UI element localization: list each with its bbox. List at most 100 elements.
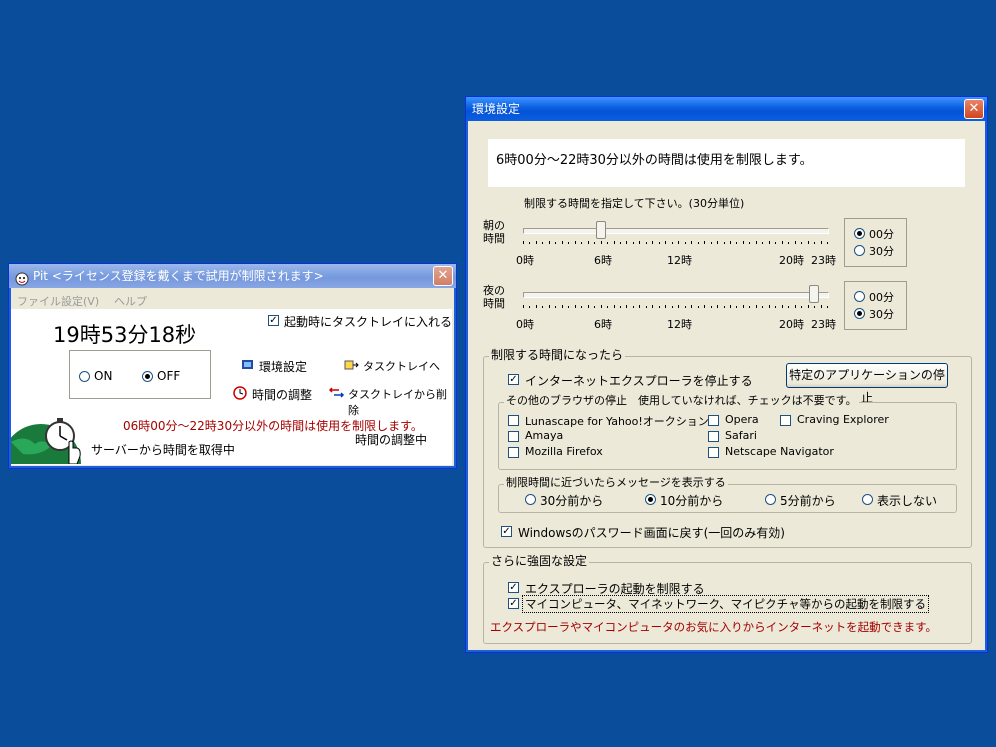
night-30-radio[interactable] — [854, 308, 865, 319]
slider-tick — [678, 241, 679, 244]
slider-tick — [691, 241, 692, 244]
msg-10min-radio[interactable] — [645, 494, 656, 505]
morning-label: 朝の 時間 — [483, 219, 505, 245]
morning-slider-thumb[interactable] — [595, 221, 606, 239]
slider-tick — [626, 305, 627, 308]
slider-tick — [724, 306, 725, 308]
morning-00-radio[interactable] — [854, 228, 865, 239]
slider-tick — [536, 305, 537, 308]
morning-30-label: 30分 — [869, 245, 894, 258]
restrict-mycomputer-checkbox[interactable]: ✓ — [508, 598, 519, 609]
msg-30min-label: 30分前から — [540, 494, 604, 508]
morning-30-radio[interactable] — [854, 245, 865, 256]
slider-tick — [562, 305, 563, 308]
main-close-button[interactable]: ✕ — [433, 266, 453, 286]
night-slider-track — [523, 292, 829, 298]
windows-password-checkbox[interactable]: ✓ — [501, 526, 512, 537]
safari-checkbox[interactable] — [708, 431, 719, 442]
server-status: サーバーから時間を取得中 — [91, 443, 235, 457]
slider-tick — [678, 305, 679, 308]
settings-close-button[interactable]: ✕ — [964, 99, 984, 119]
slider-tick — [685, 306, 686, 308]
amaya-label: Amaya — [525, 429, 564, 442]
morning-slider-track — [523, 228, 829, 234]
restrict-explorer-checkbox[interactable]: ✓ — [508, 582, 519, 593]
stop-ie-checkbox[interactable]: ✓ — [508, 374, 519, 385]
on-label: ON — [94, 369, 113, 383]
netscape-label: Netscape Navigator — [725, 445, 834, 458]
craving-explorer-checkbox[interactable] — [780, 415, 791, 426]
firefox-label: Mozilla Firefox — [525, 445, 603, 458]
slider-tick — [801, 306, 802, 308]
slider-tick — [730, 241, 731, 244]
slider-tick — [756, 305, 757, 308]
slider-tick — [827, 242, 828, 244]
slider-tick — [698, 242, 699, 244]
slider-tick — [736, 242, 737, 244]
night-00-label: 00分 — [869, 291, 894, 304]
amaya-checkbox[interactable] — [508, 431, 519, 442]
slider-tick — [568, 306, 569, 308]
msg-30min-radio[interactable] — [525, 494, 536, 505]
remove-tray-button[interactable]: タスクトレイから削除 — [348, 386, 452, 418]
summary-box: 6時00分～22時30分以外の時間は使用を制限します。 — [488, 139, 965, 187]
firefox-checkbox[interactable] — [508, 447, 519, 458]
main-window-title: Pit <ライセンス登録を戴くまで試用が制限されます> — [33, 269, 324, 283]
slider-tick — [601, 305, 602, 308]
opera-checkbox[interactable] — [708, 415, 719, 426]
on-radio[interactable] — [79, 371, 90, 382]
slider-tick — [808, 305, 809, 308]
lunascape-checkbox[interactable] — [508, 415, 519, 426]
slider-tick — [788, 306, 789, 308]
when-limited-title: 制限する時間になったら — [489, 348, 626, 362]
restrict-mycomputer-label: マイコンピュータ、マイネットワーク、マイピクチャ等からの起動を制限する — [521, 595, 930, 613]
slider-tick — [529, 306, 530, 308]
slider-tick — [588, 241, 589, 244]
slider-tick — [581, 306, 582, 308]
windows-password-label: Windowsのパスワード画面に戻す(一回のみ有効) — [518, 526, 785, 540]
night-00-radio[interactable] — [854, 291, 865, 302]
main-titlebar[interactable]: Pit <ライセンス登録を戴くまで試用が制限されます> — [9, 264, 456, 288]
slider-tick — [749, 242, 750, 244]
slider-tick — [788, 242, 789, 244]
menu-settings[interactable]: 設定(V) — [61, 293, 99, 309]
message-title: 制限時間に近づいたらメッセージを表示する — [504, 476, 728, 490]
off-radio[interactable] — [142, 371, 153, 382]
slider-tick — [724, 242, 725, 244]
settings-titlebar[interactable]: 環境設定 — [466, 97, 987, 121]
msg-5min-radio[interactable] — [765, 494, 776, 505]
globe-stopwatch-icon — [1, 412, 89, 504]
slider-tick — [814, 306, 815, 308]
time-adjust-button[interactable]: 時間の調整 — [252, 386, 312, 403]
stop-app-button[interactable]: 特定のアプリケーションの停止 — [786, 363, 948, 405]
night-tick-6: 6時 — [594, 318, 612, 331]
main-window: Pit <ライセンス登録を戴くまで試用が制限されます> ✕ ファイル 設定(V)… — [1, 263, 457, 504]
slider-tick — [614, 305, 615, 308]
stop-ie-label: インターネットエクスプローラを停止する — [525, 374, 753, 388]
to-tray-button[interactable]: タスクトレイへ — [363, 358, 440, 374]
slider-tick — [529, 242, 530, 244]
slider-tick — [704, 241, 705, 244]
settings-button[interactable]: 環境設定 — [259, 358, 307, 375]
msg-none-radio[interactable] — [862, 494, 873, 505]
msg-none-label: 表示しない — [877, 494, 938, 508]
slider-tick — [652, 241, 653, 244]
stronger-note: エクスプローラやマイコンピュータのお気に入りからインターネットを起動できます。 — [490, 620, 938, 634]
slider-tick — [685, 242, 686, 244]
off-label: OFF — [157, 369, 181, 383]
slider-tick — [659, 242, 660, 244]
slider-tick — [827, 306, 828, 308]
menu-file[interactable]: ファイル — [17, 293, 61, 309]
slider-tick — [749, 306, 750, 308]
slider-tick — [523, 305, 524, 308]
night-slider-thumb[interactable] — [809, 285, 820, 303]
menu-help[interactable]: ヘルプ — [114, 293, 147, 309]
slider-tick — [536, 241, 537, 244]
opera-label: Opera — [725, 413, 759, 426]
slider-tick — [782, 241, 783, 244]
netscape-checkbox[interactable] — [708, 447, 719, 458]
slider-tick — [614, 241, 615, 244]
slider-tick — [769, 305, 770, 308]
morning-tick-12: 12時 — [667, 254, 692, 267]
startup-tray-checkbox[interactable]: ✓ — [268, 315, 279, 326]
